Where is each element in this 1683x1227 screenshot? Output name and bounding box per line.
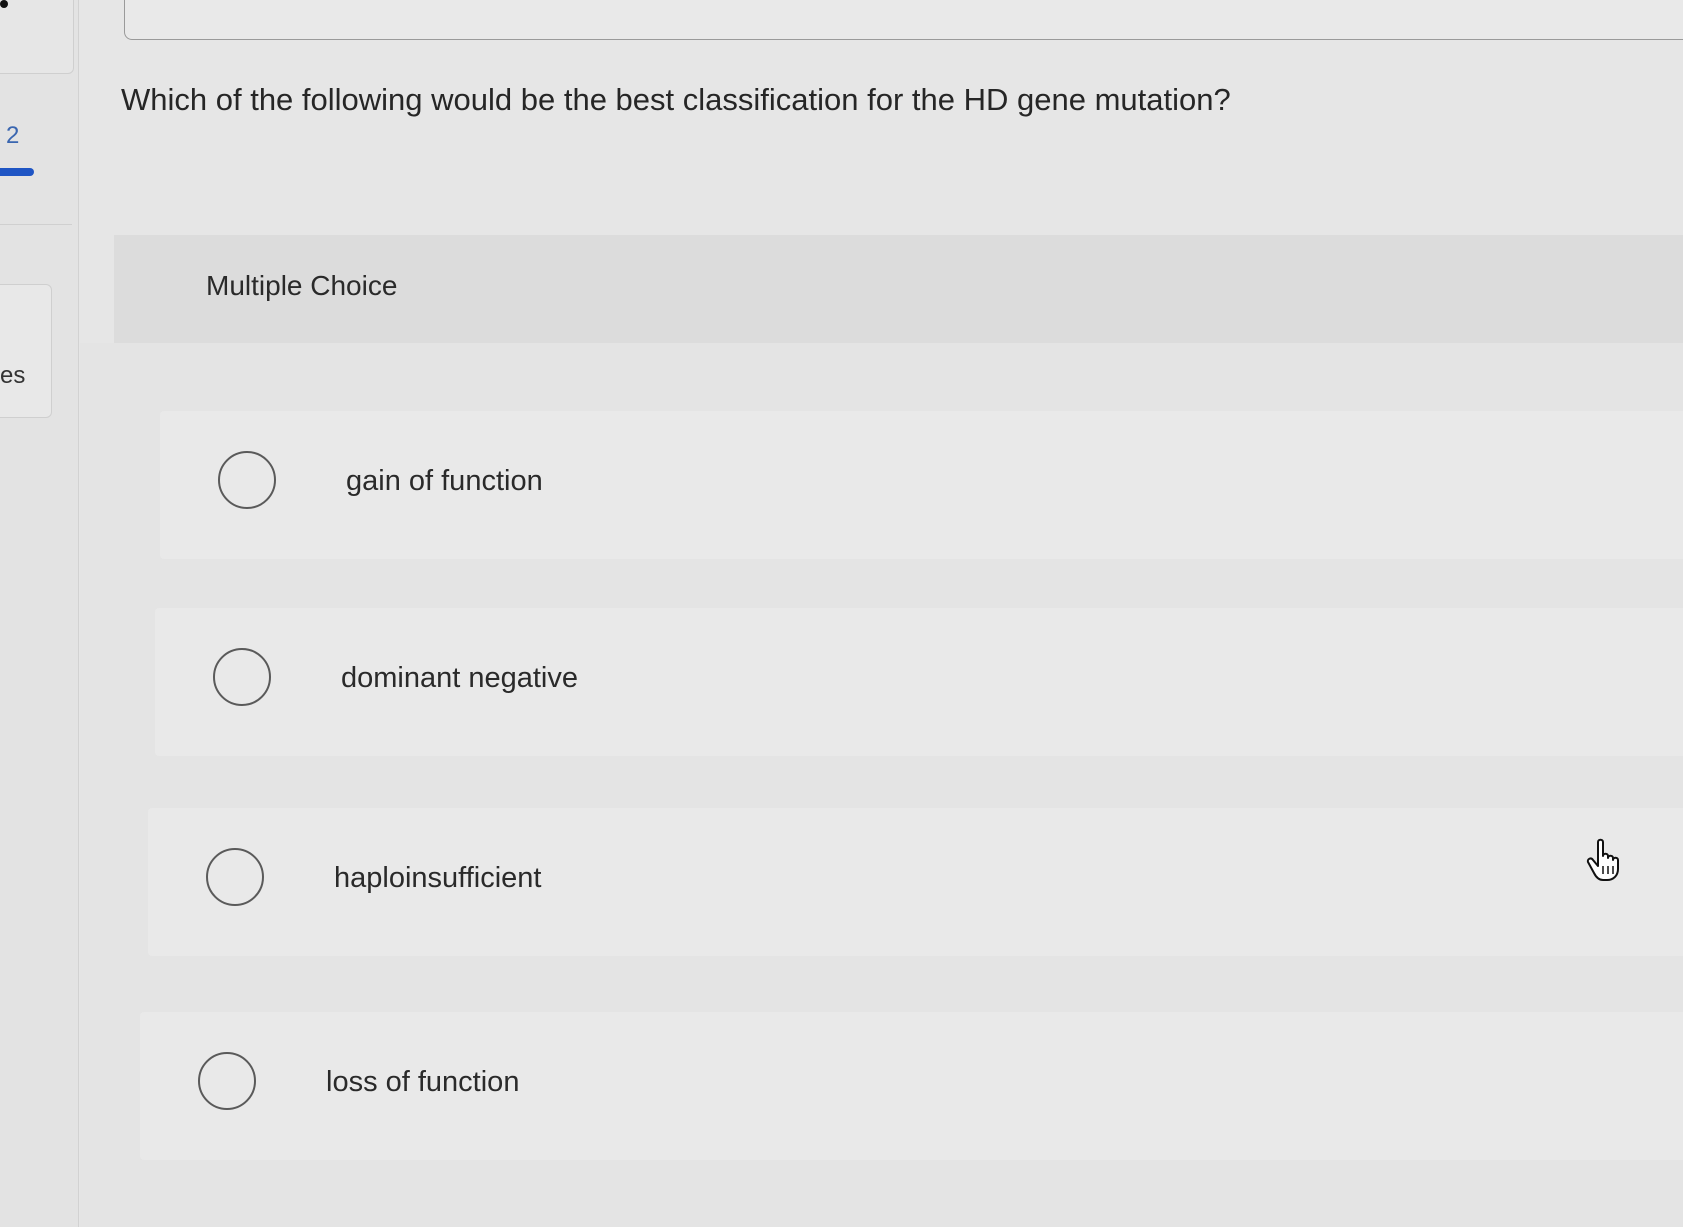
choice-label: loss of function <box>326 1066 520 1098</box>
choice-option-3[interactable]: haploinsufficient <box>148 808 1683 956</box>
radio-button[interactable] <box>206 848 264 906</box>
choice-label: haploinsufficient <box>334 862 542 894</box>
radio-button[interactable] <box>213 648 271 706</box>
choice-option-1[interactable]: gain of function <box>160 411 1683 559</box>
question-navigator-sidebar: 2 es <box>0 0 79 1227</box>
sidebar-status-dot <box>0 0 8 8</box>
current-question-number[interactable]: 2 <box>6 122 19 150</box>
answer-type-header: Multiple Choice <box>114 235 1683 343</box>
radio-button[interactable] <box>218 451 276 509</box>
choice-option-4[interactable]: loss of function <box>140 1012 1683 1160</box>
sidebar-top-card[interactable] <box>0 0 74 74</box>
radio-button[interactable] <box>198 1052 256 1110</box>
choice-option-2[interactable]: dominant negative <box>155 608 1683 756</box>
sidebar-references-card[interactable] <box>0 284 52 418</box>
top-content-frame <box>124 0 1683 40</box>
sidebar-divider <box>0 224 72 225</box>
choice-label: gain of function <box>346 465 543 497</box>
hand-pointer-icon <box>1586 838 1619 881</box>
answer-type-label: Multiple Choice <box>206 270 398 301</box>
choice-label: dominant negative <box>341 662 578 694</box>
current-question-indicator <box>0 168 34 176</box>
question-prompt: Which of the following would be the best… <box>121 82 1231 117</box>
sidebar-references-label[interactable]: es <box>0 362 25 390</box>
